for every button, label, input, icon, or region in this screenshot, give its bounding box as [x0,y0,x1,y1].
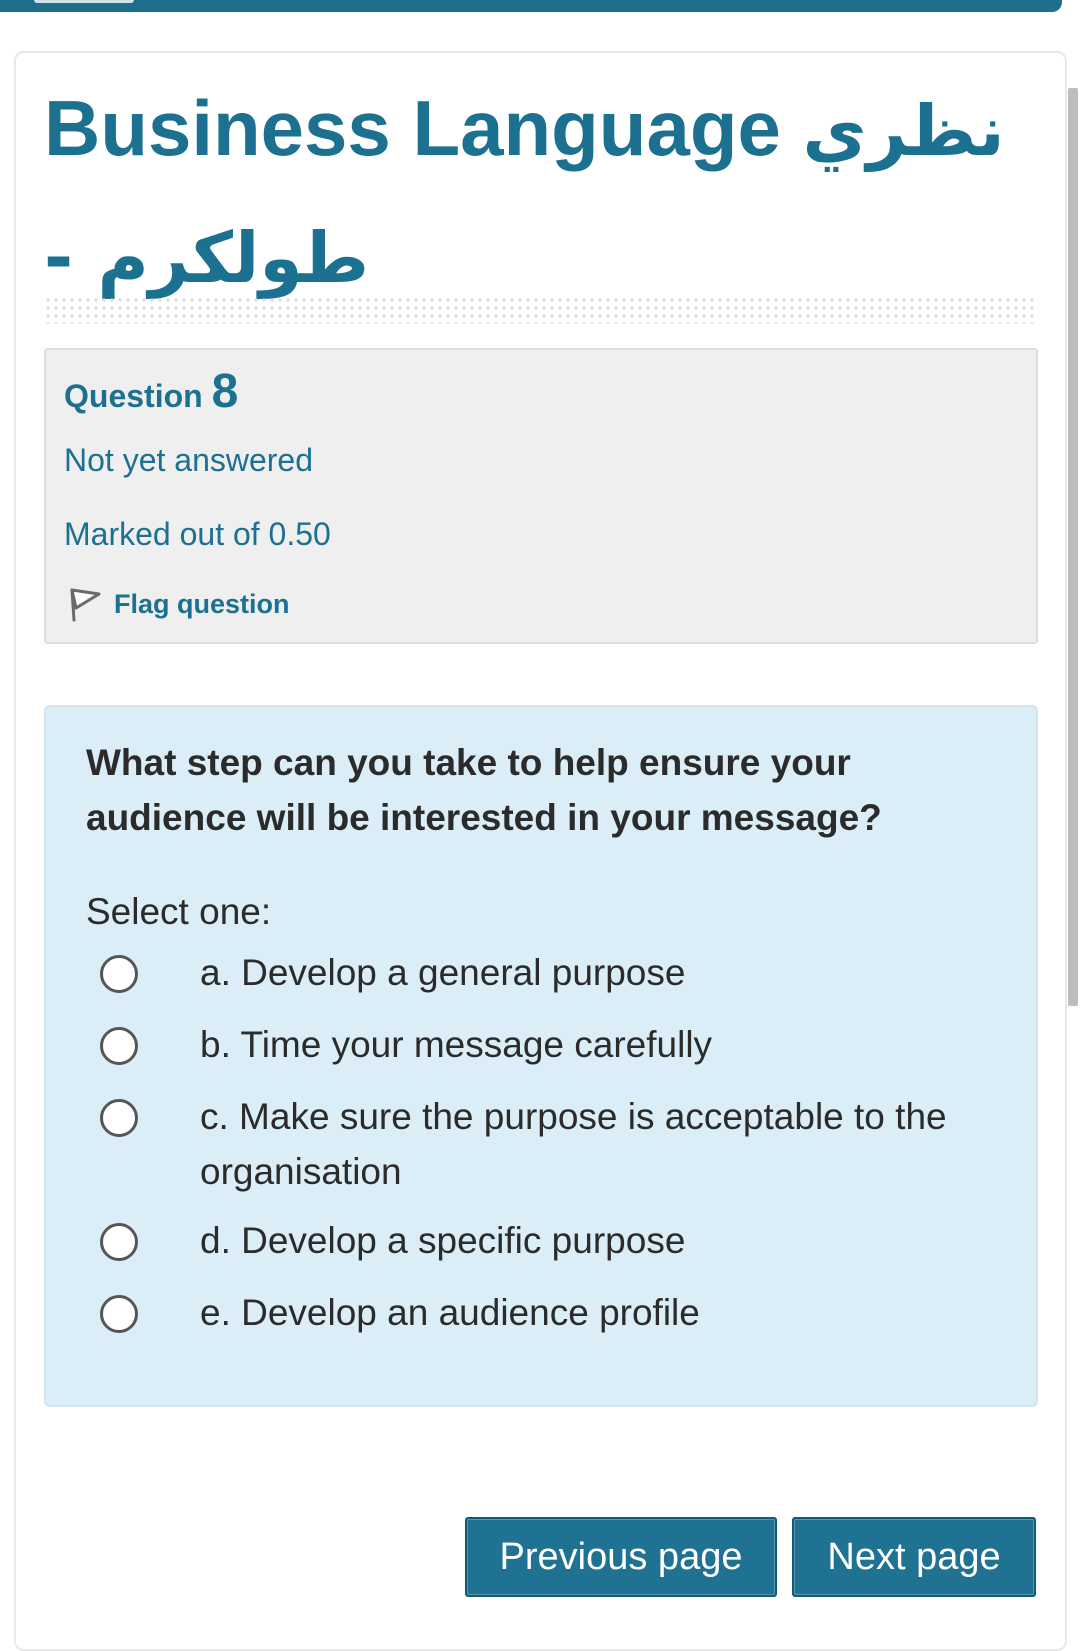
question-text: What step can you take to help ensure yo… [86,742,882,838]
dotted-divider [44,296,1038,324]
question-number: Question 8 [64,364,238,419]
course-title-arabic-1: نظري [802,90,1005,172]
question-state: Not yet answered [64,442,314,478]
answer-option-label[interactable]: b. Time your message carefully [100,1017,980,1072]
answer-option-b[interactable]: b. Time your message carefully [100,1017,980,1072]
top-navbar [0,0,1062,12]
question-number-label: Question [64,378,203,414]
select-prompt: Select one: [86,891,272,932]
question-grade: Marked out of 0.50 [64,516,331,552]
radio-button[interactable] [100,1295,138,1333]
answer-option-e[interactable]: e. Develop an audience profile [100,1285,980,1340]
answer-option-a[interactable]: a. Develop a general purpose [100,945,980,1000]
previous-page-button[interactable]: Previous page [465,1517,777,1597]
answer-option-c[interactable]: c. Make sure the purpose is acceptable t… [100,1089,980,1199]
next-page-button[interactable]: Next page [792,1517,1036,1597]
question-info-box: Question 8 Not yet answered Marked out o… [44,348,1038,644]
radio-button[interactable] [100,1099,138,1137]
radio-button[interactable] [100,1027,138,1065]
course-title-arabic-2: - طولكرم [44,217,370,299]
answer-option-label[interactable]: d. Develop a specific purpose [100,1213,980,1268]
flag-icon[interactable] [66,584,104,624]
question-number-value: 8 [211,365,239,418]
navbar-tab-indicator [34,0,134,3]
radio-button[interactable] [100,955,138,993]
flag-question-label[interactable]: Flag question [114,589,290,620]
course-title: Business Language نظري - طولكرم [44,66,1024,320]
answer-option-d[interactable]: d. Develop a specific purpose [100,1213,980,1268]
radio-button[interactable] [100,1223,138,1261]
question-content-box: What step can you take to help ensure yo… [44,705,1038,1407]
flag-question-link[interactable]: Flag question [66,584,290,624]
answer-option-label[interactable]: c. Make sure the purpose is acceptable t… [100,1089,980,1199]
answer-option-label[interactable]: a. Develop a general purpose [100,945,980,1000]
course-title-english: Business Language [44,84,781,172]
page-scrollbar[interactable] [1068,88,1078,1006]
answer-option-label[interactable]: e. Develop an audience profile [100,1285,980,1340]
